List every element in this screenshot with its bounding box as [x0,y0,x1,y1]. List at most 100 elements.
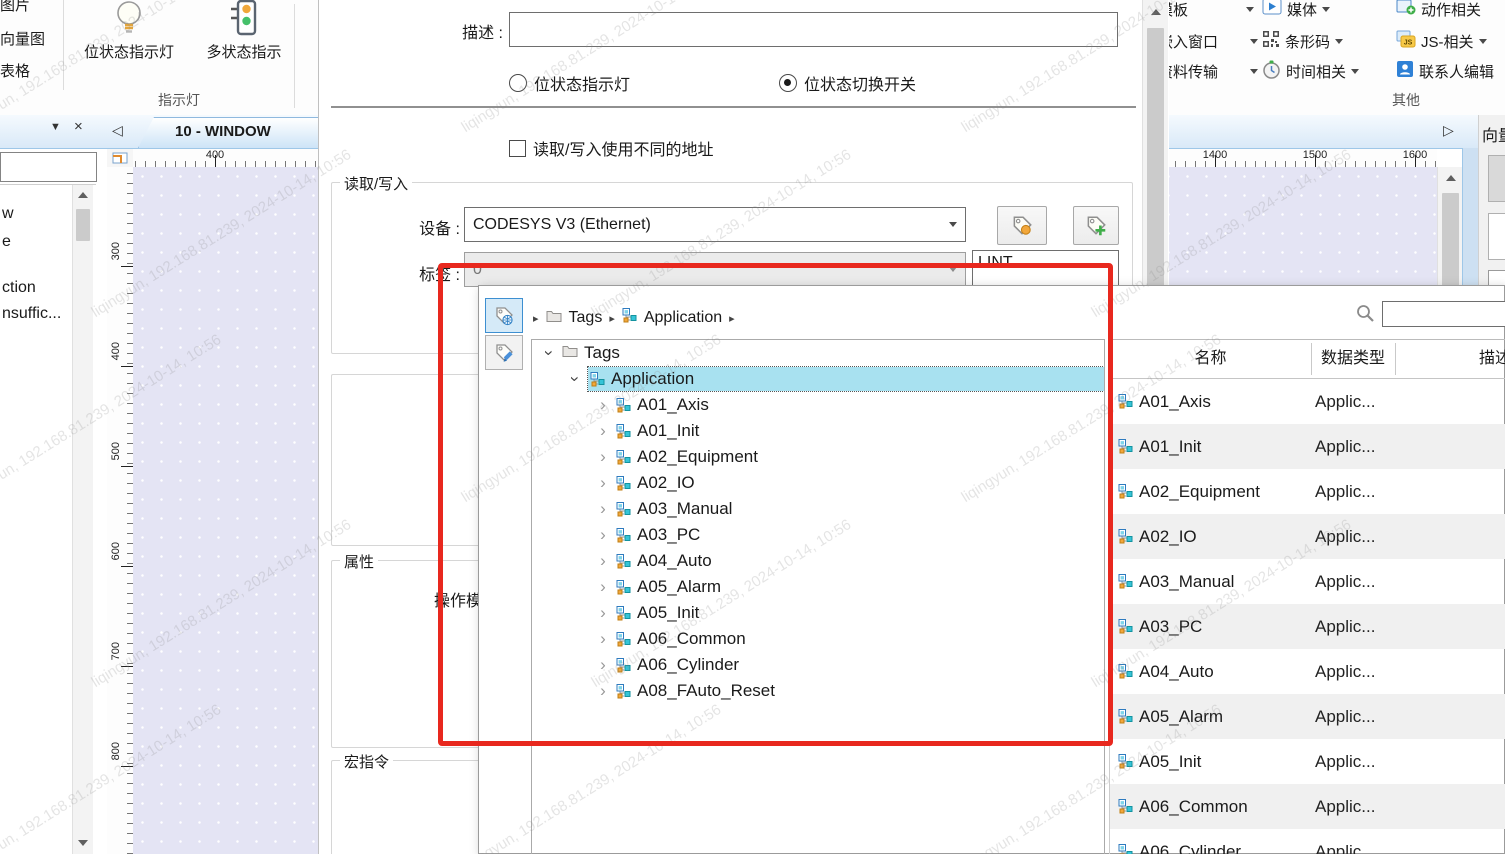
traffic-light-icon [229,0,259,41]
tag-table-panel: 名称 数据类型 描述 A01_AxisApplic...A01_InitAppl… [1109,286,1505,854]
radio-icon [509,74,527,92]
table-row-A02_IO[interactable]: A02_IOApplic... [1110,514,1505,559]
red-annotation-rectangle [438,263,1113,746]
list-item[interactable]: e [2,233,11,251]
ruler-corner[interactable] [107,149,134,168]
ruler-label: 300 [110,242,122,260]
ruler-label: 1600 [1403,149,1427,161]
table-row-A05_Alarm[interactable]: A05_AlarmApplic... [1110,694,1505,739]
vector-preview-item[interactable] [1488,155,1505,202]
table-row-A02_Equipment[interactable]: A02_EquipmentApplic... [1110,469,1505,514]
tab-bar [1168,115,1478,149]
dropdown-arrow-icon [1246,7,1254,12]
checkbox-icon [509,140,526,157]
column-header-datatype[interactable]: 数据类型 [1311,339,1395,379]
ribbon-item-barcode[interactable]: 条形码 [1262,28,1343,54]
ruler-label: 1400 [1203,149,1227,161]
ribbon-item-template[interactable]: 模板 [1158,0,1254,22]
stopwatch-icon [1262,60,1281,83]
search-icon [1355,303,1375,328]
tag-node-icon [1118,484,1133,499]
gallery-item-vector[interactable]: 向量图 [0,28,62,49]
table-row-A06_Common[interactable]: A06_CommonApplic... [1110,784,1505,829]
tab-scroll-left-button[interactable]: ◁ [112,122,123,139]
ruler-label: 500 [110,442,122,460]
scroll-up-icon[interactable] [1143,0,1168,24]
contact-icon [1396,60,1414,82]
group-label-other: 其他 [1346,90,1466,110]
ruler-major-tick [121,666,133,667]
scroll-up-icon[interactable] [1438,167,1463,189]
list-item[interactable]: nsuffic... [2,305,61,323]
column-header-name[interactable]: 名称 [1110,339,1311,379]
right-panel-title: 向量 [1482,122,1505,146]
scroll-down-icon[interactable] [73,833,93,853]
panel-close-icon[interactable]: × [74,118,83,135]
tab-scroll-right-button[interactable]: ▷ [1443,122,1454,139]
ribbon-item-time[interactable]: 时间相关 [1262,58,1359,84]
ruler-label: 1500 [1303,149,1327,161]
ruler-major-tick [121,766,133,767]
ribbon-item-data-transfer[interactable]: 资料传输 [1158,58,1258,84]
column-separator [1395,343,1396,375]
ribbon-item-media[interactable]: 媒体 [1262,0,1330,22]
app-window: 图片 向量图 表格 位状态指示灯 多状态指示 指示灯 模板 嵌入窗口 资料传输 … [0,0,1505,854]
multi-lamp-button[interactable]: 多状态指示 [194,0,294,62]
gallery-item-table[interactable]: 表格 [0,60,62,81]
table-row-A03_PC[interactable]: A03_PCApplic... [1110,604,1505,649]
dropdown-arrow-icon [1250,69,1258,74]
list-item[interactable]: w [2,205,14,223]
bulb-icon [114,0,144,41]
vector-preview-item[interactable] [1488,213,1505,260]
radio-bit-lamp[interactable]: 位状态指示灯 [509,71,630,95]
scroll-up-icon[interactable] [73,185,93,205]
table-row-A01_Axis[interactable]: A01_AxisApplic... [1110,379,1505,424]
ribbon-item-js[interactable]: JS JS-相关 [1396,28,1505,54]
left-panel-scrollbar[interactable] [72,185,93,854]
dropdown-arrow-icon [1335,39,1343,44]
dropdown-arrow-icon [1250,39,1258,44]
column-header-description[interactable]: 描述 [1395,339,1505,379]
table-row-A05_Init[interactable]: A05_InitApplic... [1110,739,1505,784]
ruler-major-tick [121,466,133,467]
search-input[interactable] [1382,301,1505,327]
ruler-label: 800 [110,742,122,760]
tag-settings-button[interactable] [997,206,1047,245]
description-input[interactable] [509,12,1118,47]
column-separator [1311,343,1312,375]
ruler-label: 600 [110,542,122,560]
ribbon-item-contact[interactable]: 联系人编辑 [1396,58,1505,84]
table-row-A04_Auto[interactable]: A04_AutoApplic... [1110,649,1505,694]
list-item[interactable]: ction [2,279,36,297]
dropdown-arrow-icon [1479,39,1487,44]
ruler-label: 700 [110,642,122,660]
table-row-A03_Manual[interactable]: A03_ManualApplic... [1110,559,1505,604]
description-label: 描述 : [419,19,503,43]
ribbon-item-action[interactable]: 动作相关 [1396,0,1505,22]
radio-bit-toggle-switch[interactable]: 位状态切换开关 [779,71,916,95]
ruler-label: 400 [206,149,224,161]
ribbon-item-embed-window[interactable]: 嵌入窗口 [1158,28,1258,54]
svg-text:JS: JS [1404,40,1413,47]
panel-menu-arrow-icon[interactable]: ▼ [50,121,61,133]
tab-window-10[interactable]: 10 - WINDOW [138,117,336,148]
tag-add-button[interactable] [1073,206,1119,245]
tag-node-icon [1118,439,1133,454]
ribbon-separator [294,4,295,108]
ruler-major-tick [121,266,133,267]
different-address-checkbox[interactable]: 读取/写入使用不同的地址 [509,136,713,160]
ribbon-separator [63,0,64,90]
object-list: w e ction nsuffic... [0,184,96,854]
divider [331,106,1136,108]
left-panel-filter-box[interactable] [0,152,97,182]
bit-lamp-button[interactable]: 位状态指示灯 [66,0,192,62]
action-icon [1396,0,1416,19]
gallery-item-picture[interactable]: 图片 [0,0,62,15]
chevron-down-icon [949,222,957,227]
radio-selected-icon [779,74,797,92]
table-row-A01_Init[interactable]: A01_InitApplic... [1110,424,1505,469]
scrollbar-thumb[interactable] [76,209,90,241]
vertical-ruler: 300400500600700800 [107,167,134,854]
device-combo[interactable]: CODESYS V3 (Ethernet) [464,207,966,242]
table-row-A06_Cylinder[interactable]: A06_CylinderApplic... [1110,829,1505,854]
